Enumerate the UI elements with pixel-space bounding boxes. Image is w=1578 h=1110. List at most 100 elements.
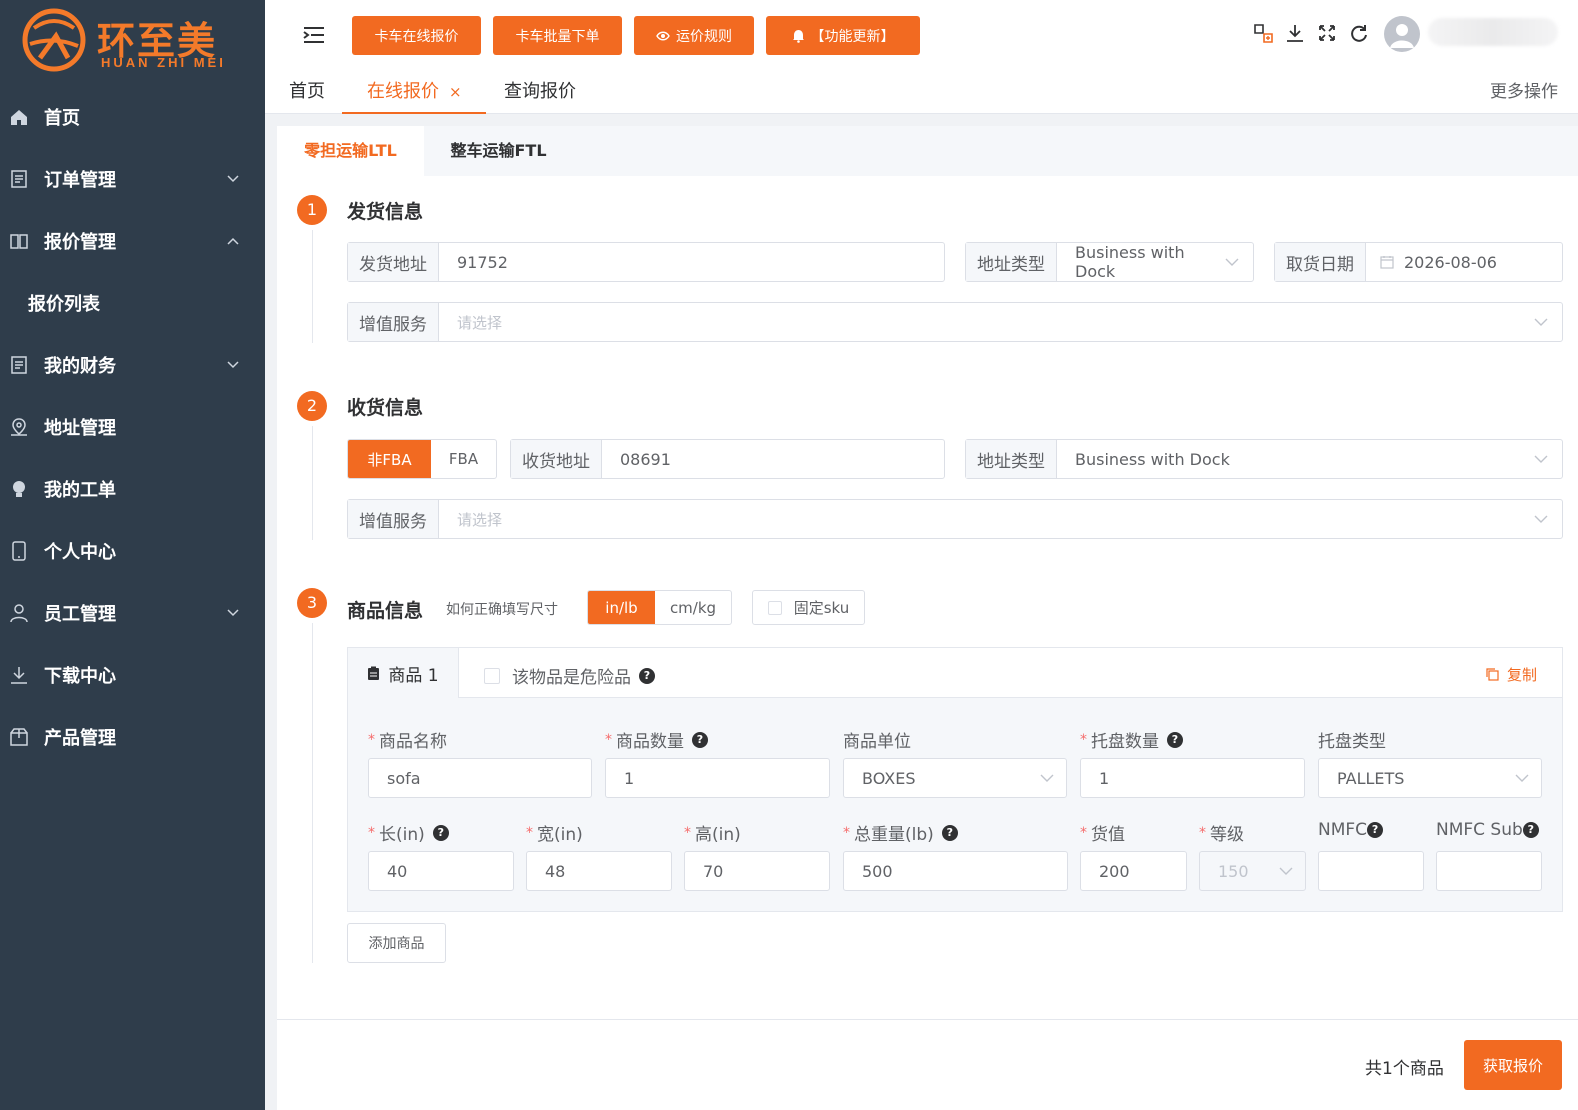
refresh-icon[interactable]: [1348, 22, 1370, 44]
fba-toggle[interactable]: 非FBA FBA: [347, 439, 497, 479]
pallet-qty-input[interactable]: 1: [1080, 758, 1305, 798]
tab-ftl[interactable]: 整车运输FTL: [424, 126, 573, 176]
fixed-sku-checkbox[interactable]: 固定sku: [752, 590, 865, 625]
size-help-link[interactable]: 如何正确填写尺寸: [446, 599, 558, 619]
tab-label: 查询报价: [504, 81, 576, 102]
tab-online-quote[interactable]: 在线报价 ×: [342, 70, 486, 114]
username-blurred[interactable]: [1428, 18, 1558, 46]
download-icon[interactable]: [1284, 22, 1306, 44]
fba-option[interactable]: FBA: [431, 440, 496, 478]
sidebar-item-quote-list[interactable]: 报价列表: [0, 278, 265, 328]
height-input[interactable]: 70: [684, 851, 830, 891]
bell-icon: [792, 29, 804, 43]
goods-value-input[interactable]: 200: [1080, 851, 1187, 891]
copy-button[interactable]: 复制: [1486, 664, 1537, 685]
tab-query-quote[interactable]: 查询报价: [504, 70, 576, 114]
tab-ltl[interactable]: 零担运输LTL: [277, 126, 424, 176]
top-header: 卡车在线报价 卡车批量下单 运价规则 【功能更新】: [265, 0, 1578, 70]
step-line: [312, 623, 313, 963]
phone-icon: [12, 541, 26, 561]
length-input[interactable]: 40: [368, 851, 514, 891]
step-2-badge: 2: [297, 391, 327, 421]
dangerous-goods-checkbox[interactable]: 该物品是危险品 ?: [484, 663, 655, 688]
sidebar-item-downloads[interactable]: 下载中心: [0, 647, 265, 703]
button-label: 【功能更新】: [810, 28, 895, 45]
truck-batch-order-button[interactable]: 卡车批量下单: [493, 16, 622, 55]
shipper-address-value[interactable]: 91752: [439, 253, 944, 272]
sidebar-item-home[interactable]: 首页: [0, 89, 265, 145]
user-icon: [10, 604, 28, 623]
tab-home[interactable]: 首页: [289, 70, 325, 114]
divider: [277, 1019, 1578, 1020]
sidebar-item-label: 地址管理: [44, 418, 116, 439]
avatar[interactable]: [1384, 16, 1420, 52]
sidebar-item-quotes[interactable]: 报价管理: [0, 213, 265, 269]
eye-icon: [656, 31, 670, 40]
help-icon[interactable]: ?: [1167, 731, 1183, 748]
receiver-address-value[interactable]: 08691: [602, 450, 944, 469]
unit-toggle[interactable]: in/lb cm/kg: [587, 590, 732, 625]
pickup-date-value: 2026-08-06: [1404, 252, 1497, 272]
help-icon[interactable]: ?: [432, 824, 449, 841]
sidebar-item-staff[interactable]: 员工管理: [0, 585, 265, 641]
unit-cm-kg[interactable]: cm/kg: [655, 591, 731, 624]
menu-fold-icon[interactable]: [303, 26, 325, 44]
receiver-address-field[interactable]: 收货地址 08691: [510, 439, 945, 479]
sidebar-item-tickets[interactable]: 我的工单: [0, 461, 265, 517]
goods-item-tab[interactable]: 商品 1: [348, 648, 459, 698]
label-pallet-qty: * 托盘数量?: [1080, 727, 1183, 752]
calendar-icon: [1380, 256, 1394, 269]
translate-icon[interactable]: [1252, 22, 1274, 44]
help-icon[interactable]: ?: [639, 667, 655, 684]
receiver-service-select[interactable]: 增值服务 请选择: [347, 499, 1563, 539]
field-prefix: 增值服务: [348, 303, 439, 341]
sidebar-item-profile[interactable]: 个人中心: [0, 523, 265, 579]
close-icon[interactable]: ×: [449, 83, 462, 101]
help-icon[interactable]: ?: [1522, 822, 1539, 838]
unit-in-lb[interactable]: in/lb: [588, 591, 655, 624]
shipper-address-type-select[interactable]: 地址类型 Business with Dock: [965, 242, 1254, 282]
feature-update-button[interactable]: 【功能更新】: [766, 16, 920, 55]
goods-unit-select[interactable]: BOXES: [843, 758, 1067, 798]
goods-name-input[interactable]: sofa: [368, 758, 592, 798]
shipper-service-select[interactable]: 增值服务 请选择: [347, 302, 1563, 342]
fullscreen-icon[interactable]: [1316, 22, 1338, 44]
receiver-address-type-select[interactable]: 地址类型 Business with Dock: [965, 439, 1563, 479]
class-value: 150: [1218, 861, 1249, 881]
receiver-address-type-value: Business with Dock: [1075, 449, 1230, 469]
get-quote-button[interactable]: 获取报价: [1464, 1040, 1562, 1090]
sidebar-item-orders[interactable]: 订单管理: [0, 151, 265, 207]
step-line: [312, 426, 313, 540]
help-icon[interactable]: ?: [1367, 822, 1384, 838]
label-width: * 宽(in): [526, 824, 583, 846]
pallet-type-select[interactable]: PALLETS: [1318, 758, 1542, 798]
checkbox[interactable]: [484, 667, 500, 684]
label-height: * 高(in): [684, 824, 741, 846]
nmfc-input[interactable]: [1318, 851, 1424, 891]
checkbox[interactable]: [767, 600, 782, 615]
help-icon[interactable]: ?: [941, 824, 958, 841]
more-actions[interactable]: 更多操作: [1490, 70, 1558, 114]
tab-label: 在线报价: [367, 81, 439, 102]
truck-online-quote-button[interactable]: 卡车在线报价: [352, 16, 481, 55]
shipper-address-field[interactable]: 发货地址 91752: [347, 242, 945, 282]
total-weight-input[interactable]: 500: [843, 851, 1068, 891]
chevron-down-icon: [1534, 515, 1548, 523]
sidebar-item-address[interactable]: 地址管理: [0, 399, 265, 455]
add-goods-button[interactable]: 添加商品: [347, 923, 446, 963]
document-icon: [11, 356, 27, 374]
non-fba-option[interactable]: 非FBA: [348, 440, 431, 478]
sidebar-item-products[interactable]: 产品管理: [0, 709, 265, 765]
pickup-date-field[interactable]: 取货日期 2026-08-06: [1274, 242, 1563, 282]
field-prefix: 地址类型: [966, 243, 1057, 281]
width-input[interactable]: 48: [526, 851, 672, 891]
class-select[interactable]: 150: [1199, 851, 1306, 891]
nmfc-sub-input[interactable]: [1436, 851, 1542, 891]
sidebar-item-label: 员工管理: [44, 604, 116, 625]
goods-qty-input[interactable]: 1: [605, 758, 830, 798]
label-goods-name: * 商品名称: [368, 731, 447, 753]
sidebar-item-finance[interactable]: 我的财务: [0, 337, 265, 393]
freight-rules-button[interactable]: 运价规则: [634, 16, 754, 55]
copy-icon: [1486, 668, 1499, 681]
help-icon[interactable]: ?: [692, 731, 708, 748]
